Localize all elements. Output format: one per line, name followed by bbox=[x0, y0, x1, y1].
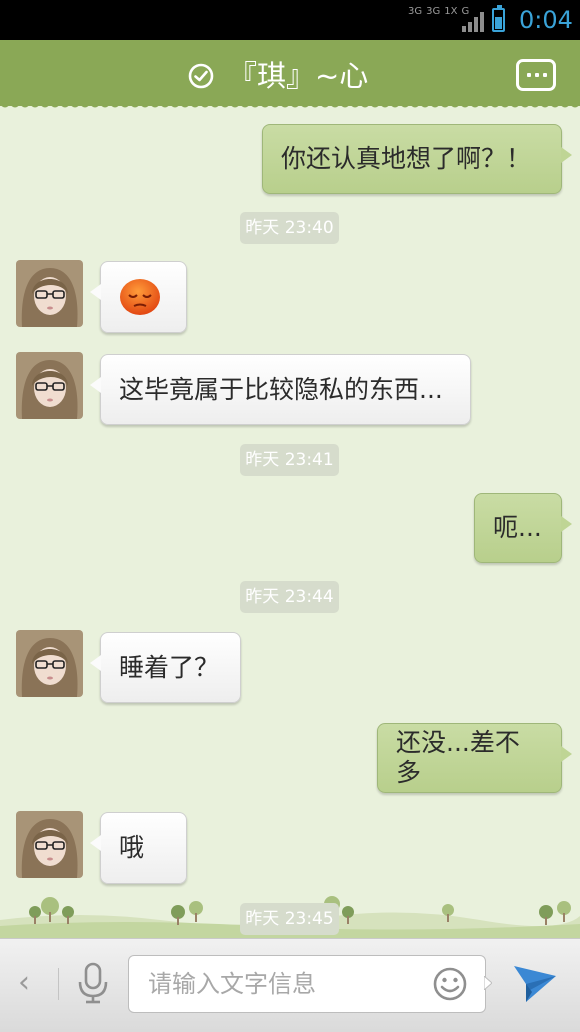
smiley-icon[interactable] bbox=[432, 966, 468, 1002]
divider bbox=[58, 968, 59, 1000]
timestamp-text: 昨天 23:45 bbox=[245, 909, 334, 929]
chat-title[interactable]: 『琪』~心 bbox=[228, 56, 368, 96]
microphone-icon[interactable] bbox=[76, 962, 110, 1004]
sad-face-emoji bbox=[120, 279, 160, 315]
message-bubble-incoming[interactable]: 睡着了？ bbox=[90, 632, 241, 703]
message-text: 还没...差不多 bbox=[396, 728, 520, 787]
message-bubble-incoming[interactable]: 这毕竟属于比较隐私的东西... bbox=[90, 354, 471, 425]
paper-plane-icon[interactable] bbox=[512, 962, 558, 1004]
message-text: 哦 bbox=[119, 833, 145, 862]
input-field-notch bbox=[484, 976, 492, 990]
contact-avatar[interactable] bbox=[16, 260, 83, 327]
message-text: 这毕竟属于比较隐私的东西... bbox=[119, 374, 443, 404]
timestamp-chip: 昨天 23:41 bbox=[240, 444, 339, 476]
timestamp-text: 昨天 23:40 bbox=[245, 218, 334, 238]
timestamp-text: 昨天 23:44 bbox=[245, 587, 334, 607]
network-label: 1X bbox=[444, 6, 458, 17]
status-time: 0:04 bbox=[519, 6, 573, 34]
signal-icon bbox=[462, 12, 484, 32]
timestamp-chip: 昨天 23:44 bbox=[240, 581, 339, 613]
network-label: 3G bbox=[426, 6, 441, 17]
network-label: 3G bbox=[408, 6, 423, 17]
timestamp-chip: 昨天 23:40 bbox=[240, 212, 339, 244]
chevron-left-icon[interactable]: ‹ bbox=[18, 966, 30, 1000]
message-bubble-outgoing[interactable]: 还没...差不多 bbox=[377, 723, 572, 793]
more-dots-icon[interactable] bbox=[516, 59, 556, 91]
title-bar-scallop bbox=[0, 103, 580, 111]
message-input-placeholder[interactable]: 请输入文字信息 bbox=[148, 967, 316, 1001]
message-text: 你还认真地想了啊？！ bbox=[281, 144, 532, 173]
check-circle-icon bbox=[188, 63, 214, 89]
contact-avatar[interactable] bbox=[16, 630, 83, 697]
timestamp-chip: 昨天 23:45 bbox=[240, 903, 339, 935]
message-text: 呃... bbox=[493, 513, 542, 542]
timestamp-text: 昨天 23:41 bbox=[245, 450, 334, 470]
contact-avatar[interactable] bbox=[16, 352, 83, 419]
message-bubble-outgoing[interactable]: 你还认真地想了啊？！ bbox=[262, 124, 572, 194]
message-bubble-incoming[interactable]: 哦 bbox=[90, 812, 187, 884]
message-text: 睡着了？ bbox=[119, 652, 220, 682]
message-bubble-outgoing[interactable]: 呃... bbox=[474, 493, 572, 563]
battery-icon bbox=[492, 5, 505, 32]
contact-avatar[interactable] bbox=[16, 811, 83, 878]
